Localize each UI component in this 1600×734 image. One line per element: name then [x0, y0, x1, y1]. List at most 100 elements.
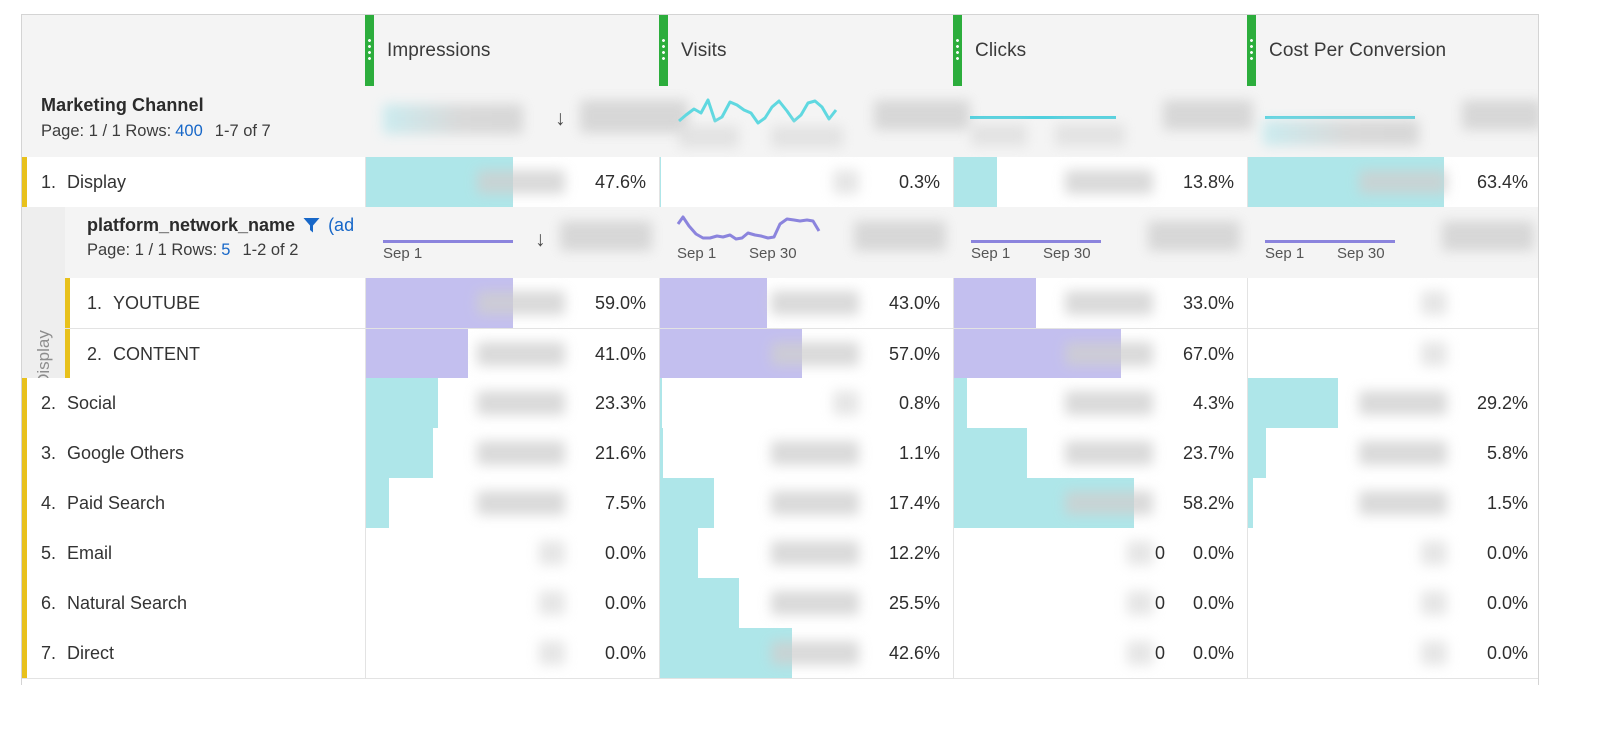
- metric-cell[interactable]: 5.8%: [1247, 428, 1539, 478]
- metric-cell[interactable]: 63.4%: [1247, 157, 1539, 207]
- nested-dimension-suffix: (ad: [328, 215, 354, 236]
- redacted-value: [1263, 120, 1419, 146]
- column-drag-grip-icon[interactable]: [659, 15, 668, 86]
- metric-cell[interactable]: 47.6%: [365, 157, 659, 207]
- pager-rows-value[interactable]: 400: [171, 122, 207, 140]
- sort-descending-icon[interactable]: ↓: [555, 108, 566, 129]
- metric-cell[interactable]: 0.0%: [1247, 628, 1539, 678]
- redacted-value: [560, 221, 652, 251]
- metric-percent-value: 0.3%: [899, 157, 940, 207]
- row-label: 2.Social: [41, 378, 116, 428]
- column-drag-grip-icon[interactable]: [1247, 15, 1256, 86]
- metric-cell[interactable]: 33.0%: [953, 278, 1247, 328]
- nested-subtable-body: 1.YOUTUBE59.0%43.0%33.0%2.CONTENT41.0%57…: [65, 278, 1538, 379]
- redacted-value: [1148, 221, 1240, 251]
- metric-cell[interactable]: 57.0%: [659, 329, 953, 379]
- redacted-value: [971, 124, 1027, 146]
- redacted-value: [477, 170, 565, 194]
- metric-cell[interactable]: 0.0%: [365, 528, 659, 578]
- metric-cell[interactable]: 0.0%: [365, 578, 659, 628]
- nested-table-row[interactable]: 2.CONTENT41.0%57.0%67.0%: [65, 329, 1538, 379]
- metric-cell[interactable]: 13.8%: [953, 157, 1247, 207]
- metric-cell[interactable]: 23.7%: [953, 428, 1247, 478]
- column-drag-grip-icon[interactable]: [365, 15, 374, 86]
- column-drag-grip-icon[interactable]: [953, 15, 962, 86]
- metric-cell[interactable]: 0.3%: [659, 157, 953, 207]
- table-row[interactable]: 2.Social 23.3%0.8% 4.3% 29.2%: [22, 378, 1538, 429]
- metric-cell[interactable]: 17.4%: [659, 478, 953, 528]
- metric-percent-value: 47.6%: [595, 157, 646, 207]
- redacted-value: [1055, 124, 1125, 146]
- row-accent-bar: [22, 428, 27, 478]
- row-index: 3.: [41, 443, 67, 464]
- row-index: 1.: [87, 293, 113, 314]
- row-accent-bar: [22, 628, 27, 678]
- table-row[interactable]: 3.Google Others21.6%1.1%23.7%5.8%: [22, 428, 1538, 479]
- metric-cell[interactable]: 21.6%: [365, 428, 659, 478]
- redacted-value: [539, 641, 565, 665]
- metric-cell[interactable]: 4.3%: [953, 378, 1247, 428]
- metric-cell[interactable]: 42.6%: [659, 628, 953, 678]
- metric-cell[interactable]: [1247, 278, 1539, 328]
- metric-cell[interactable]: 43.0%: [659, 278, 953, 328]
- metric-cell[interactable]: 58.2%: [953, 478, 1247, 528]
- metric-cell[interactable]: 00.0%: [953, 578, 1247, 628]
- metric-cell[interactable]: 1.1%: [659, 428, 953, 478]
- metric-cell[interactable]: 41.0%: [365, 329, 659, 379]
- row-name: Display: [67, 172, 126, 193]
- column-header-label: Impressions: [374, 40, 491, 62]
- redacted-value: [771, 541, 859, 565]
- value-bar: [1248, 478, 1253, 528]
- nested-dimension-name: platform_network_name: [87, 215, 295, 236]
- screenshot-root: Impressions Visits Clicks Cost Per Con: [0, 0, 1600, 734]
- table-row[interactable]: 6.Natural Search0.0%25.5%00.0%0.0%: [22, 578, 1538, 629]
- metric-cell[interactable]: 23.3%: [365, 378, 659, 428]
- funnel-icon[interactable]: [302, 216, 321, 235]
- column-header-impressions[interactable]: Impressions: [365, 15, 659, 86]
- redacted-value: [1421, 641, 1447, 665]
- group-summary-cost-per-conversion: [1247, 86, 1539, 157]
- metric-cell[interactable]: 0.0%: [1247, 528, 1539, 578]
- value-bar: [954, 157, 997, 207]
- metric-cell[interactable]: 1.5%: [1247, 478, 1539, 528]
- table-row[interactable]: 5.Email0.0%12.2%00.0%0.0%: [22, 528, 1538, 579]
- row-accent-bar: [22, 478, 27, 528]
- metric-cell[interactable]: [1247, 329, 1539, 379]
- table-row[interactable]: 1.Display47.6%0.3%13.8%63.4%: [22, 157, 1538, 208]
- metric-percent-value: 4.3%: [1193, 378, 1234, 428]
- axis-tick-start: Sep 1: [383, 245, 422, 262]
- metric-cell[interactable]: 00.0%: [953, 628, 1247, 678]
- column-header-clicks[interactable]: Clicks: [953, 15, 1247, 86]
- redacted-value: [477, 491, 565, 515]
- metric-cell[interactable]: 25.5%: [659, 578, 953, 628]
- column-header-visits[interactable]: Visits: [659, 15, 953, 86]
- sort-descending-icon[interactable]: ↓: [535, 229, 546, 250]
- table-row[interactable]: 7.Direct0.0%42.6%00.0%0.0%: [22, 628, 1538, 679]
- column-header-cost-per-conversion[interactable]: Cost Per Conversion: [1247, 15, 1539, 86]
- metric-cell[interactable]: 12.2%: [659, 528, 953, 578]
- metric-cell[interactable]: 29.2%: [1247, 378, 1539, 428]
- axis-tick-end: Sep 30: [749, 245, 797, 262]
- metric-cell[interactable]: 00.0%: [953, 528, 1247, 578]
- redacted-value: [771, 491, 859, 515]
- metric-cell[interactable]: 0.0%: [365, 628, 659, 678]
- table-row[interactable]: 4.Paid Search7.5%17.4%58.2%1.5%: [22, 478, 1538, 529]
- metric-cell[interactable]: 67.0%: [953, 329, 1247, 379]
- redacted-value: [1127, 591, 1153, 615]
- pager-rows-value[interactable]: 5: [217, 241, 234, 259]
- row-label: 5.Email: [41, 528, 112, 578]
- metric-cell[interactable]: 0.8%: [659, 378, 953, 428]
- metric-percent-value: 7.5%: [605, 478, 646, 528]
- row-name: Direct: [67, 643, 114, 664]
- metric-percent-value: 29.2%: [1477, 378, 1528, 428]
- nested-table-row[interactable]: 1.YOUTUBE59.0%43.0%33.0%: [65, 278, 1538, 329]
- redacted-value: [771, 441, 859, 465]
- metric-cell[interactable]: 0.0%: [1247, 578, 1539, 628]
- row-accent-bar: [22, 578, 27, 628]
- nested-subtable-header: platform_network_name(adPage: 1 / 1 Rows…: [65, 207, 1538, 279]
- metric-cell[interactable]: 7.5%: [365, 478, 659, 528]
- group-summary-row: Marketing Channel Page: 1 / 1 Rows:4001-…: [22, 86, 1538, 158]
- pager-range: 1-7 of 7: [207, 122, 271, 140]
- metric-cell[interactable]: 59.0%: [365, 278, 659, 328]
- redacted-value: [771, 342, 859, 366]
